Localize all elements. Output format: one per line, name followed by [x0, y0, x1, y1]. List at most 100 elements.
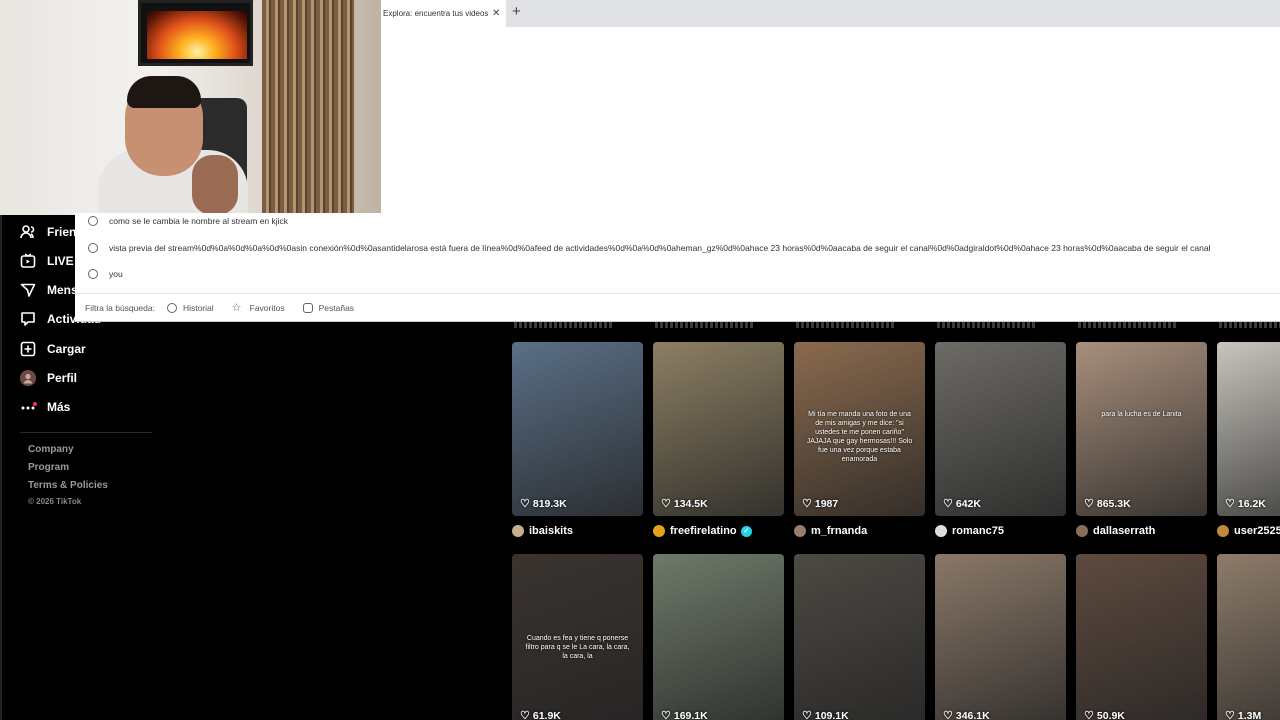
like-count: ♡ 819.3K	[520, 497, 567, 511]
friends-icon	[20, 224, 36, 240]
video-card[interactable]: Mi tía me manda una foto de una de mis a…	[794, 342, 925, 516]
browser-tabbar: Explora: encuentra tus videos ✕ +	[381, 0, 1280, 27]
video-caption-overlay: Mi tía me manda una foto de una de mis a…	[806, 411, 913, 464]
grid-clip: ♡ 819.3K ibaiskits ♡ 134.5K freefirelatino ✓ Mi…	[512, 322, 1280, 720]
like-count-value: 1987	[814, 497, 839, 510]
like-count: ♡ 16.2K	[1225, 497, 1266, 511]
author-name: romanc75	[952, 525, 1004, 537]
prev-row-author-fragment	[1078, 322, 1178, 328]
video-card[interactable]: ♡ 819.3K	[512, 342, 643, 516]
video-author[interactable]: ibaiskits	[512, 523, 573, 539]
heart-icon: ♡	[661, 498, 671, 510]
video-card[interactable]: ♡ 109.1K	[794, 554, 925, 720]
prev-row-author-fragment	[937, 322, 1037, 328]
video-caption-overlay: para la lucha es de Lanita	[1101, 411, 1182, 418]
heart-icon: ♡	[1084, 710, 1094, 720]
like-count: ♡ 134.5K	[661, 497, 708, 511]
video-author[interactable]: user2525	[1217, 523, 1280, 539]
history-icon	[88, 216, 98, 226]
video-card[interactable]: ♡ 169.1K	[653, 554, 784, 720]
suggestion-text: como se le cambia le nombre al stream en…	[109, 216, 289, 226]
like-count: ♡ 109.1K	[802, 709, 849, 720]
video-author[interactable]: freefirelatino ✓	[653, 523, 752, 539]
video-card[interactable]: ♡ 16.2K	[1217, 342, 1280, 516]
sidebar-item-label: LIVE	[47, 254, 74, 268]
heart-icon: ♡	[802, 710, 812, 720]
history-icon	[88, 243, 98, 253]
heart-icon: ♡	[661, 710, 671, 720]
like-count-value: 109.1K	[814, 709, 849, 720]
sidebar-item-label: Cargar	[47, 342, 86, 356]
video-card[interactable]: ♡ 50.9K	[1076, 554, 1207, 720]
sidebar-divider	[20, 432, 152, 433]
like-count-value: 346.1K	[955, 709, 990, 720]
author-avatar	[653, 525, 665, 537]
omnibox-suggestions: como se le cambia le nombre al stream en…	[75, 213, 1280, 322]
author-name: freefirelatino	[670, 525, 737, 537]
like-count-value: 642K	[955, 497, 981, 510]
author-avatar	[794, 525, 806, 537]
video-card[interactable]: para la lucha es de Lanita ♡ 865.3K	[1076, 342, 1207, 516]
suggestion-text: you	[109, 269, 123, 279]
activity-icon	[20, 311, 36, 327]
video-grid: ♡ 819.3K ibaiskits ♡ 134.5K freefirelatino ✓ Mi…	[512, 322, 1280, 720]
like-count: ♡ 1.3M	[1225, 709, 1261, 720]
filter-tabs[interactable]: Pestañas	[302, 302, 354, 313]
like-count-value: 134.5K	[673, 497, 708, 510]
screen: Explora: encuentra tus videos ✕ + Friend…	[0, 0, 1280, 720]
video-card[interactable]: ♡ 346.1K	[935, 554, 1066, 720]
like-count-value: 1.3M	[1237, 709, 1262, 720]
author-name: dallaserrath	[1093, 525, 1156, 537]
browser-tab[interactable]: Explora: encuentra tus videos ✕	[381, 0, 506, 27]
sidebar-item-label: Perfil	[47, 371, 78, 385]
close-icon[interactable]: ✕	[492, 8, 500, 19]
filter-label: Filtra la búsqueda:	[85, 302, 155, 313]
wall-panel	[262, 0, 354, 215]
verified-badge-icon: ✓	[740, 525, 752, 537]
footer-link-program[interactable]: Program	[28, 462, 69, 473]
video-author[interactable]: romanc75	[935, 523, 1004, 539]
messages-icon	[20, 282, 36, 298]
sidebar-item-live[interactable]: LIVE	[20, 253, 74, 269]
like-count: ♡ 865.3K	[1084, 497, 1131, 511]
suggestion-item[interactable]: vista previa del stream%0d%0a%0d%0a%0d%0…	[75, 235, 1280, 261]
author-avatar	[935, 525, 947, 537]
tv-fireplace	[138, 0, 253, 66]
footer-link-terms[interactable]: Terms & Policies	[28, 480, 108, 491]
author-name: user2525	[1234, 525, 1280, 537]
suggestion-item[interactable]: como se le cambia le nombre al stream en…	[75, 208, 1280, 234]
heart-icon: ♡	[1084, 498, 1094, 510]
author-avatar	[512, 525, 524, 537]
video-card[interactable]: Cuando es fea y tiene q ponerse filtro p…	[512, 554, 643, 720]
new-tab-button[interactable]: +	[512, 3, 521, 20]
sidebar-item-profile[interactable]: Perfil	[20, 370, 77, 386]
sidebar-item-more[interactable]: Más	[20, 399, 70, 415]
heart-icon: ♡	[1225, 498, 1235, 510]
author-avatar	[1217, 525, 1229, 537]
like-count-value: 819.3K	[532, 497, 567, 510]
search-filter-row: Filtra la búsqueda: Historial ☆ Favorito…	[75, 293, 1280, 321]
history-icon	[166, 302, 177, 313]
video-card[interactable]: ♡ 134.5K	[653, 342, 784, 516]
suggestion-item[interactable]: you	[75, 261, 1280, 287]
heart-icon: ♡	[943, 498, 953, 510]
filter-history[interactable]: Historial	[166, 302, 214, 313]
video-card[interactable]: ♡ 1.3M	[1217, 554, 1280, 720]
live-icon	[20, 253, 36, 269]
heart-icon: ♡	[520, 498, 530, 510]
filter-history-label: Historial	[182, 302, 214, 313]
like-count-value: 865.3K	[1096, 497, 1131, 510]
author-name: m_frnanda	[811, 525, 868, 537]
video-card[interactable]: ♡ 642K	[935, 342, 1066, 516]
heart-icon: ♡	[520, 710, 530, 720]
author-name: ibaiskits	[529, 525, 574, 537]
filter-favorites-label: Favoritos	[249, 302, 285, 313]
filter-favorites[interactable]: ☆ Favoritos	[232, 302, 285, 313]
like-count: ♡ 1987	[802, 497, 839, 511]
tab-title: Explora: encuentra tus videos	[383, 9, 488, 18]
fire-image	[147, 11, 247, 59]
footer-link-company[interactable]: Company	[28, 444, 74, 455]
sidebar-item-upload[interactable]: Cargar	[20, 341, 86, 357]
video-author[interactable]: dallaserrath	[1076, 523, 1155, 539]
video-author[interactable]: m_frnanda	[794, 523, 867, 539]
